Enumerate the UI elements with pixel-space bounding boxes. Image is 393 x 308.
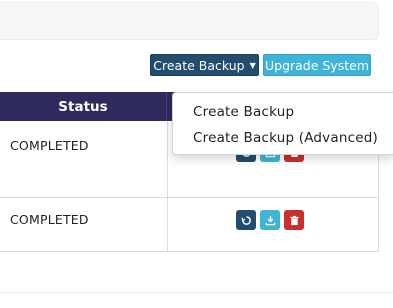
menu-item-create-backup[interactable]: Create Backup xyxy=(193,104,294,120)
create-backup-dropdown-menu: Create Backup Create Backup (Advanced) xyxy=(172,92,393,155)
status-cell: COMPLETED xyxy=(10,138,89,153)
column-header-status: Status xyxy=(0,92,167,121)
column-divider xyxy=(167,198,168,251)
restore-icon xyxy=(240,215,251,225)
column-divider xyxy=(167,121,168,197)
delete-button[interactable] xyxy=(284,210,304,230)
row-actions xyxy=(236,210,304,230)
delete-icon xyxy=(289,215,299,225)
upgrade-system-button[interactable]: Upgrade System xyxy=(263,54,371,76)
divider xyxy=(0,292,393,293)
top-filter-bar xyxy=(0,2,379,40)
caret-down-icon: ▼ xyxy=(249,60,256,70)
download-button[interactable] xyxy=(260,210,280,230)
table-row: COMPLETED xyxy=(0,198,379,251)
create-backup-label: Create Backup xyxy=(153,57,245,73)
create-backup-button[interactable]: Create Backup ▼ xyxy=(150,54,259,76)
download-icon xyxy=(265,215,275,225)
restore-button[interactable] xyxy=(236,210,256,230)
menu-item-create-backup-advanced[interactable]: Create Backup (Advanced) xyxy=(193,130,378,146)
upgrade-system-label: Upgrade System xyxy=(264,57,370,73)
status-cell: COMPLETED xyxy=(10,212,89,227)
